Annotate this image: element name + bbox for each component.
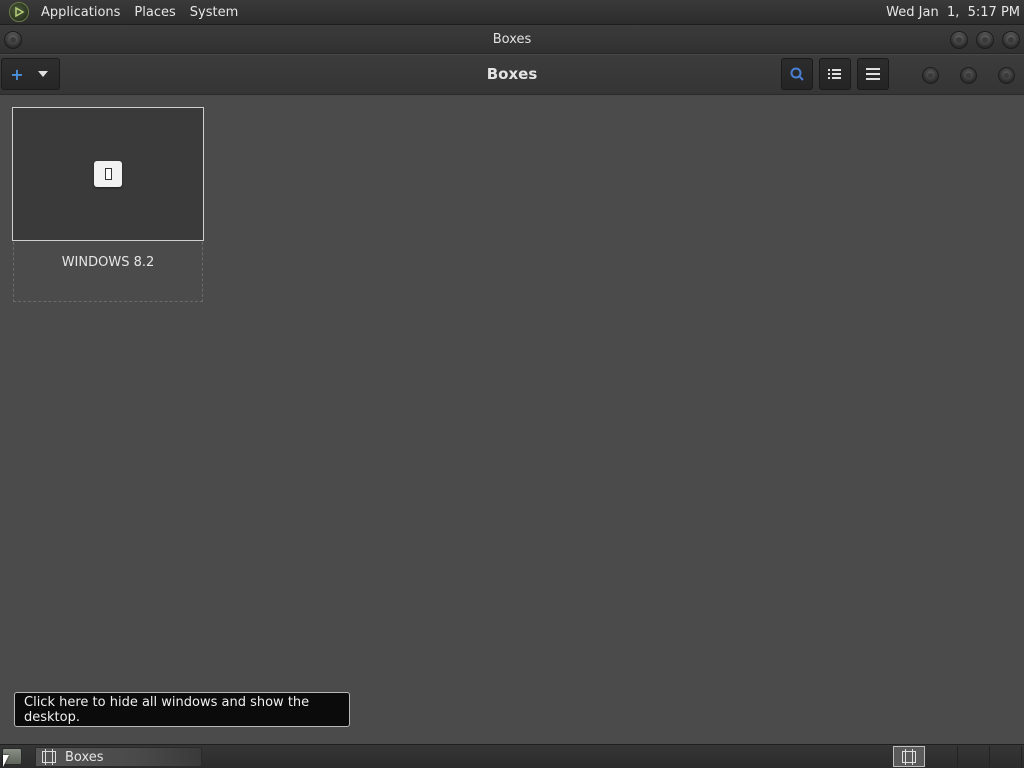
box-item[interactable]: WINDOWS 8.2 (12, 107, 204, 302)
workspace-2[interactable] (926, 746, 958, 767)
workspace-3[interactable] (958, 746, 990, 767)
workspace-4[interactable] (990, 746, 1022, 767)
headerbar: + Boxes (0, 55, 1024, 95)
tooltip-text: Click here to hide all windows and show … (24, 694, 310, 725)
headerbar-close-button[interactable] (998, 67, 1015, 84)
top-panel: Applications Places System Wed Jan 1, 5:… (0, 0, 1024, 25)
menu-applications[interactable]: Applications (34, 5, 127, 20)
boxes-collection: WINDOWS 8.2 (0, 96, 1024, 743)
chevron-down-icon (38, 71, 48, 77)
maximize-button[interactable] (976, 31, 994, 49)
app-menu-button[interactable] (857, 58, 889, 90)
search-icon (790, 67, 804, 81)
minimize-button[interactable] (950, 31, 968, 49)
window-title: Boxes (492, 31, 532, 47)
close-button[interactable] (1002, 31, 1020, 49)
hamburger-menu-icon (866, 68, 880, 80)
window-menu-button[interactable] (4, 31, 22, 49)
mouse-cursor-icon (3, 755, 9, 767)
show-desktop-tooltip: Click here to hide all windows and show … (14, 692, 350, 727)
vm-placeholder-icon (94, 161, 122, 187)
menu-places[interactable]: Places (127, 5, 182, 20)
headerbar-maximize-button[interactable] (960, 67, 977, 84)
selection-mode-button[interactable] (819, 58, 851, 90)
box-name: WINDOWS 8.2 (61, 255, 155, 270)
boxes-app-icon (42, 749, 56, 765)
clock[interactable]: Wed Jan 1, 5:17 PM (886, 5, 1020, 20)
window-titlebar[interactable]: Boxes (0, 25, 1024, 54)
new-box-button[interactable]: + (1, 58, 60, 90)
workspace-1[interactable] (893, 746, 925, 767)
plus-icon: + (10, 64, 24, 84)
box-label-area[interactable]: WINDOWS 8.2 (13, 242, 203, 302)
menu-system[interactable]: System (183, 5, 245, 20)
bottom-panel: Boxes (0, 744, 1024, 768)
boxes-app-icon (902, 748, 916, 765)
list-icon (828, 69, 841, 79)
search-button[interactable] (781, 58, 813, 90)
box-thumbnail[interactable] (12, 107, 204, 241)
app-menu-logo-icon[interactable] (9, 2, 29, 22)
taskbar-item-boxes[interactable]: Boxes (35, 747, 202, 767)
headerbar-minimize-button[interactable] (922, 67, 939, 84)
taskbar-item-label: Boxes (65, 749, 104, 765)
